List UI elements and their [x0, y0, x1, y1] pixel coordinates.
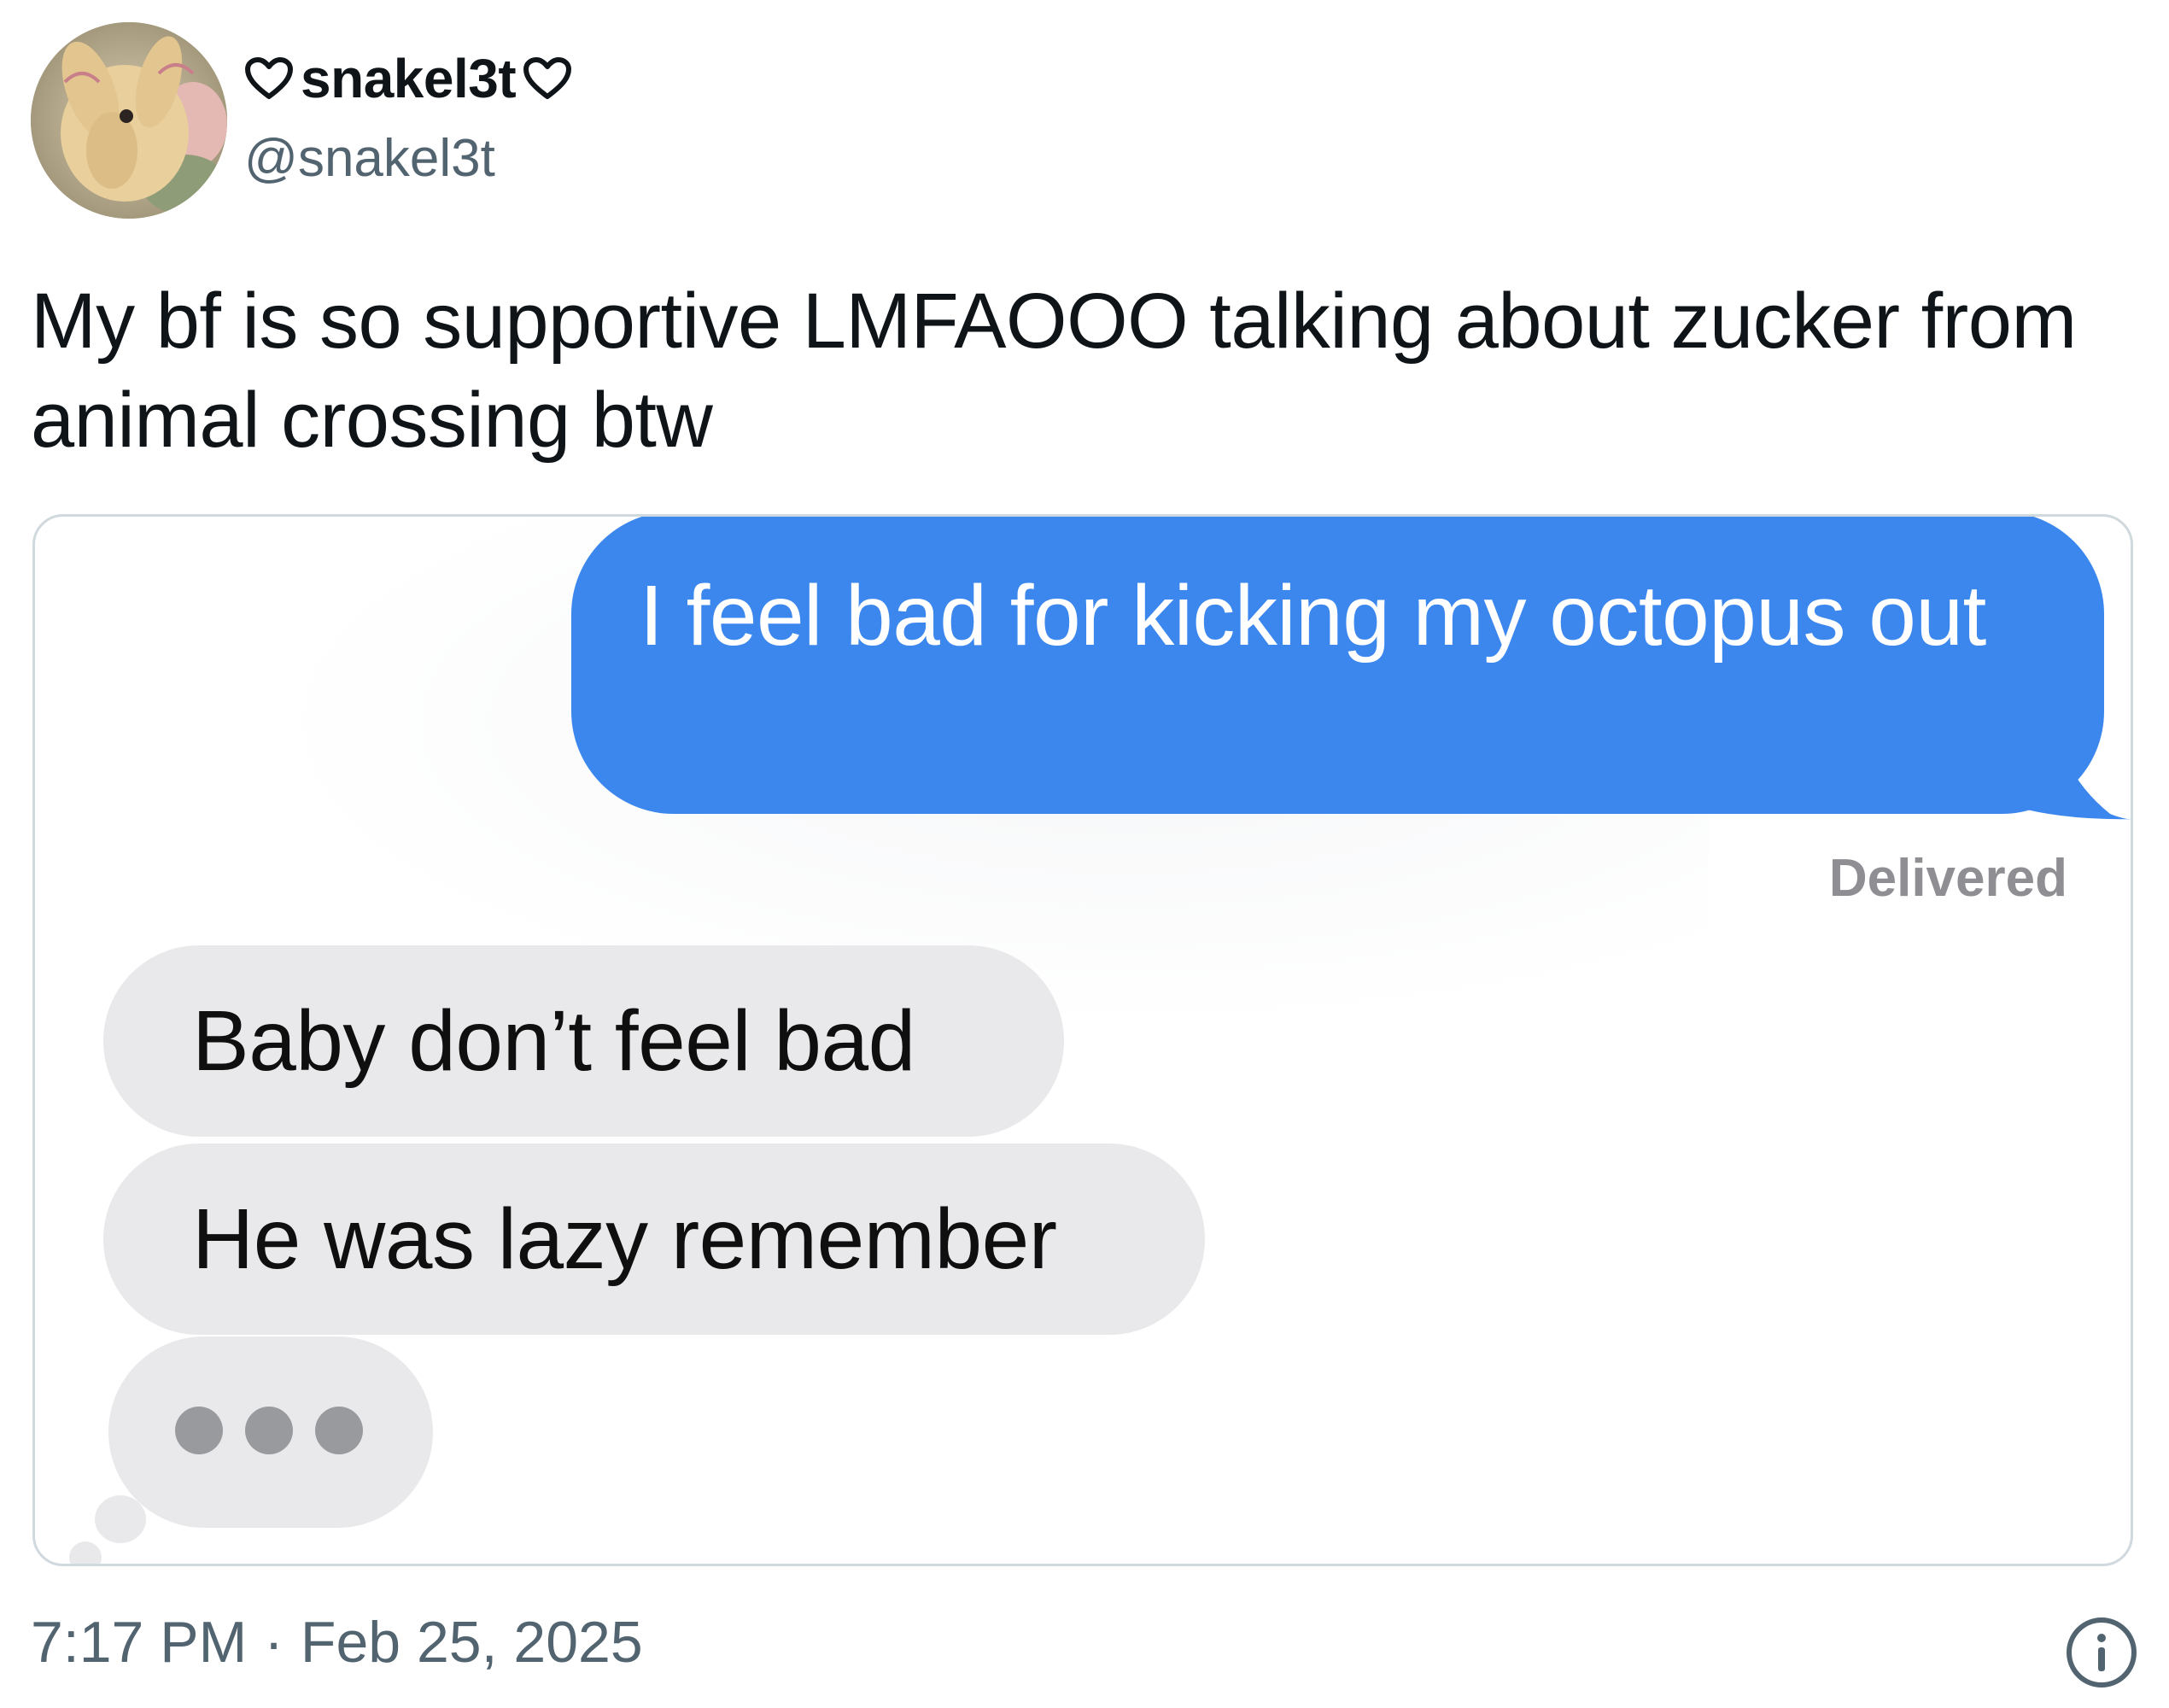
typing-bubble-tail-large	[95, 1495, 146, 1543]
heart-outline-icon	[523, 56, 572, 101]
delivered-status: Delivered	[1828, 849, 2067, 908]
bunny-avatar-image	[31, 22, 227, 219]
sent-message-bubble: I feel bad for kicking my octopus out	[571, 517, 2104, 814]
typing-dot	[245, 1407, 293, 1454]
received-message-text: Baby don’t feel bad	[192, 993, 915, 1089]
display-name-text: snakel3t	[301, 48, 517, 109]
display-name[interactable]: snakel3t	[244, 44, 572, 113]
tweet-page: snakel3t @snakel3t My bf is so supportiv…	[0, 0, 2169, 1708]
heart-outline-icon	[244, 56, 294, 101]
user-handle[interactable]: @snakel3t	[244, 128, 495, 189]
received-message-bubble: He was lazy remember	[103, 1144, 1205, 1335]
tweet-time: 7:17 PM	[31, 1610, 248, 1675]
received-message-bubble: Baby don’t feel bad	[103, 945, 1064, 1137]
tweet-date: Feb 25, 2025	[300, 1610, 643, 1675]
tweet-media-image[interactable]: I feel bad for kicking my octopus out De…	[32, 514, 2133, 1566]
typing-dot	[315, 1407, 363, 1454]
avatar[interactable]	[31, 22, 227, 219]
tweet-text: My bf is so supportive LMFAOOO talking a…	[31, 278, 2077, 464]
info-circle-icon[interactable]	[2065, 1616, 2138, 1689]
tweet-timestamp[interactable]: 7:17 PM · Feb 25, 2025	[31, 1609, 643, 1676]
typing-bubble-tail-small	[69, 1541, 102, 1564]
received-message-text: He was lazy remember	[192, 1191, 1057, 1287]
typing-dot	[175, 1407, 223, 1454]
timestamp-separator: ·	[264, 1610, 284, 1675]
